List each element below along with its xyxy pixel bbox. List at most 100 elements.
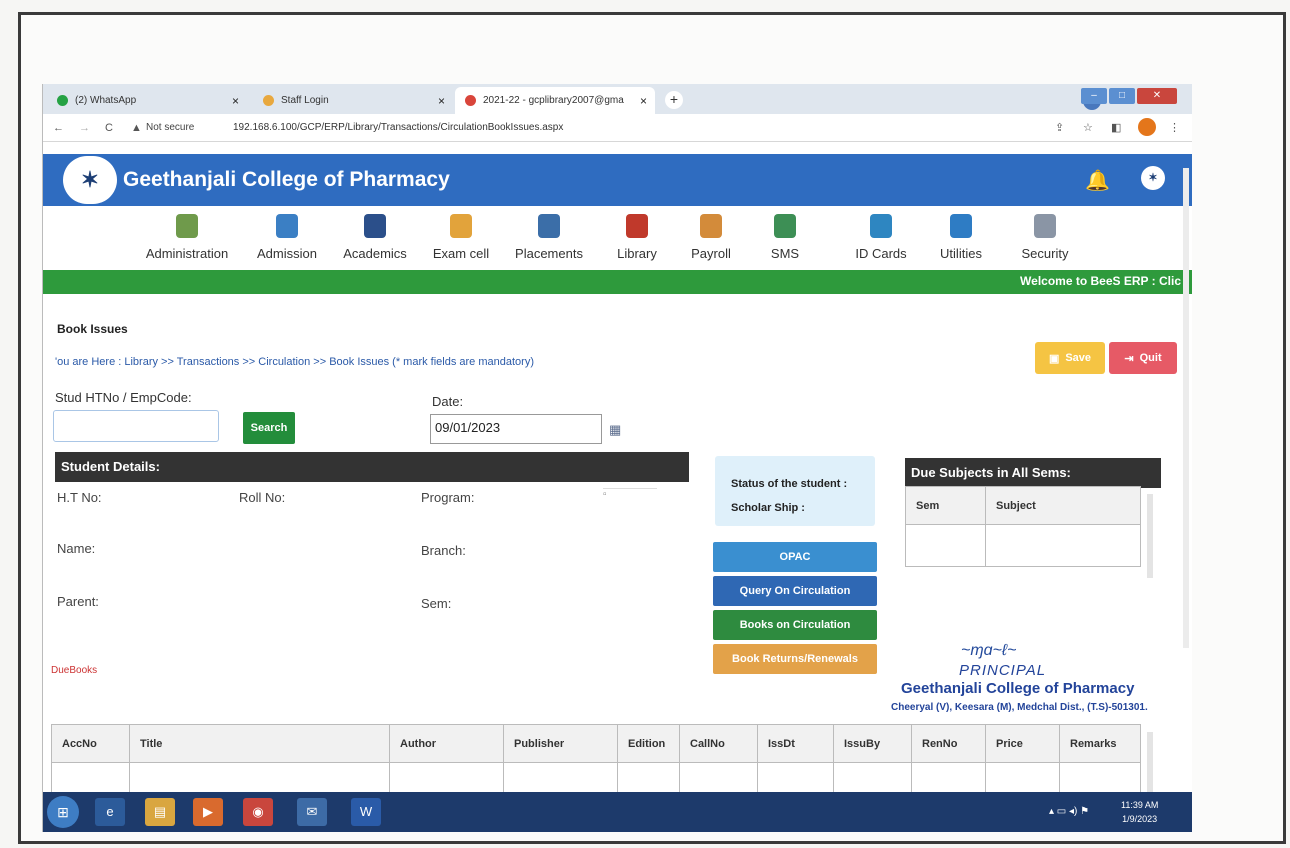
browser-tab-bar: (2) WhatsApp × Staff Login × 2021-22 - g… <box>43 84 1192 114</box>
utilities-icon <box>950 214 972 238</box>
menu-admission[interactable]: Admission <box>237 214 337 261</box>
duebooks-label: DueBooks <box>51 665 98 676</box>
maximize-icon[interactable]: □ <box>1109 88 1135 104</box>
column-header: Title <box>129 724 390 763</box>
minimize-icon[interactable]: – <box>1081 88 1107 104</box>
tab-whatsapp[interactable]: (2) WhatsApp × <box>47 87 247 114</box>
forward-icon[interactable]: → <box>79 122 90 134</box>
system-tray: ▴ ▭ ◂) ⚑ <box>1049 806 1089 817</box>
table-cell <box>985 524 1141 567</box>
scholarship-label: Scholar Ship : <box>731 502 805 514</box>
menu-label: Academics <box>343 246 407 261</box>
stamp-college: Geethanjali College of Pharmacy <box>901 680 1135 697</box>
page-scrollbar[interactable] <box>1183 168 1189 648</box>
breadcrumb: 'ou are Here : Library >> Transactions >… <box>55 356 534 368</box>
window-controls: – □ ✕ <box>1081 88 1177 104</box>
column-header: AccNo <box>51 724 130 763</box>
column-header: Subject <box>985 486 1141 525</box>
menu-sms[interactable]: SMS <box>735 214 835 261</box>
url-input[interactable]: 192.168.6.100/GCP/ERP/Library/Transactio… <box>233 122 563 133</box>
close-icon[interactable]: × <box>232 94 239 108</box>
htno-field: H.T No: <box>57 490 102 505</box>
tab-staff-login[interactable]: Staff Login × <box>253 87 453 114</box>
user-avatar[interactable]: ✶ <box>1141 166 1165 190</box>
new-tab-button[interactable]: + <box>665 91 683 109</box>
close-icon[interactable]: × <box>438 94 445 108</box>
start-button[interactable]: ⊞ <box>47 796 79 828</box>
column-header: IssDt <box>757 724 834 763</box>
whatsapp-icon <box>57 95 68 106</box>
calendar-icon[interactable]: ▦ <box>609 422 621 438</box>
books-circulation-button[interactable]: Books on Circulation <box>713 610 877 640</box>
module-menu: Administration Admission Academics Exam … <box>43 206 1192 272</box>
tab-label: (2) WhatsApp <box>75 95 137 106</box>
opac-button[interactable]: OPAC <box>713 542 877 572</box>
taskbar-clock[interactable]: 11:39 AM 1/9/2023 <box>1121 798 1158 826</box>
htno-input[interactable] <box>53 410 219 442</box>
flag-icon[interactable]: ⚑ <box>1080 806 1089 817</box>
bell-icon[interactable]: 🔔 <box>1085 168 1110 193</box>
academics-icon <box>364 214 386 238</box>
payroll-icon <box>700 214 722 238</box>
menu-label: ID Cards <box>855 246 907 261</box>
table-cell <box>905 524 986 567</box>
close-icon[interactable]: × <box>640 94 647 108</box>
student-status-box: Status of the student : Scholar Ship : <box>715 456 875 526</box>
college-logo: ✶ <box>63 156 117 204</box>
menu-academics[interactable]: Academics <box>325 214 425 261</box>
star-icon[interactable]: ☆ <box>1083 121 1093 134</box>
window-close-icon[interactable]: ✕ <box>1137 88 1177 104</box>
ie-icon[interactable]: e <box>95 798 125 826</box>
quit-button[interactable]: ⇥ Quit <box>1109 342 1177 374</box>
menu-exam-cell[interactable]: Exam cell <box>411 214 511 261</box>
menu-administration[interactable]: Administration <box>137 214 237 261</box>
app-icon[interactable]: ✉ <box>297 798 327 826</box>
column-header: RenNo <box>911 724 986 763</box>
column-header: Remarks <box>1059 724 1141 763</box>
parent-field: Parent: <box>57 594 99 609</box>
folder-icon[interactable]: ▤ <box>145 798 175 826</box>
save-button[interactable]: ▣ Save <box>1035 342 1105 374</box>
menu-label: SMS <box>770 246 800 261</box>
not-secure-label[interactable]: Not secure <box>146 122 194 133</box>
date-input[interactable]: 09/01/2023 <box>430 414 602 444</box>
program-field: Program: <box>421 490 475 505</box>
administration-icon <box>176 214 198 238</box>
column-header: Edition <box>617 724 680 763</box>
principal-stamp: PRINCIPAL <box>959 662 1047 679</box>
student-photo: ▫ <box>603 488 657 508</box>
menu-dots-icon[interactable]: ⋮ <box>1169 121 1180 134</box>
app-header: ✶ Geethanjali College of Pharmacy 🔔 ✶ <box>43 154 1192 206</box>
stamp-address: Cheeryal (V), Keesara (M), Medchal Dist.… <box>891 702 1148 713</box>
search-button[interactable]: Search <box>243 412 295 444</box>
staff-login-icon <box>263 95 274 106</box>
books-table-scrollbar[interactable] <box>1147 732 1153 792</box>
word-icon[interactable]: W <box>351 798 381 826</box>
tab-gmail[interactable]: 2021-22 - gcplibrary2007@gma × <box>455 87 655 114</box>
chrome-icon[interactable]: ◉ <box>243 798 273 826</box>
exam-cell-icon <box>450 214 472 238</box>
table-header-row: Sem Subject <box>905 486 1141 525</box>
id-cards-icon <box>870 214 892 238</box>
volume-icon[interactable]: ◂) <box>1069 806 1077 817</box>
reload-icon[interactable]: C <box>105 122 113 134</box>
sidebar-icon[interactable]: ◧ <box>1111 121 1121 134</box>
query-circulation-button[interactable]: Query On Circulation <box>713 576 877 606</box>
placements-icon <box>538 214 560 238</box>
media-icon[interactable]: ▶ <box>193 798 223 826</box>
network-icon[interactable]: ▴ ▭ <box>1049 806 1066 817</box>
share-icon[interactable]: ⇪ <box>1055 121 1064 134</box>
profile-avatar[interactable] <box>1138 118 1156 136</box>
back-icon[interactable]: ← <box>53 122 64 134</box>
sms-icon <box>774 214 796 238</box>
book-returns-button[interactable]: Book Returns/Renewals <box>713 644 877 674</box>
screen: (2) WhatsApp × Staff Login × 2021-22 - g… <box>42 84 1192 832</box>
page-title: Book Issues <box>57 322 128 336</box>
due-subjects-scrollbar[interactable] <box>1147 494 1153 578</box>
admission-icon <box>276 214 298 238</box>
menu-placements[interactable]: Placements <box>499 214 599 261</box>
menu-security[interactable]: Security <box>995 214 1095 261</box>
column-header: IssuBy <box>833 724 912 763</box>
gmail-icon <box>465 95 476 106</box>
sem-field: Sem: <box>421 596 452 611</box>
